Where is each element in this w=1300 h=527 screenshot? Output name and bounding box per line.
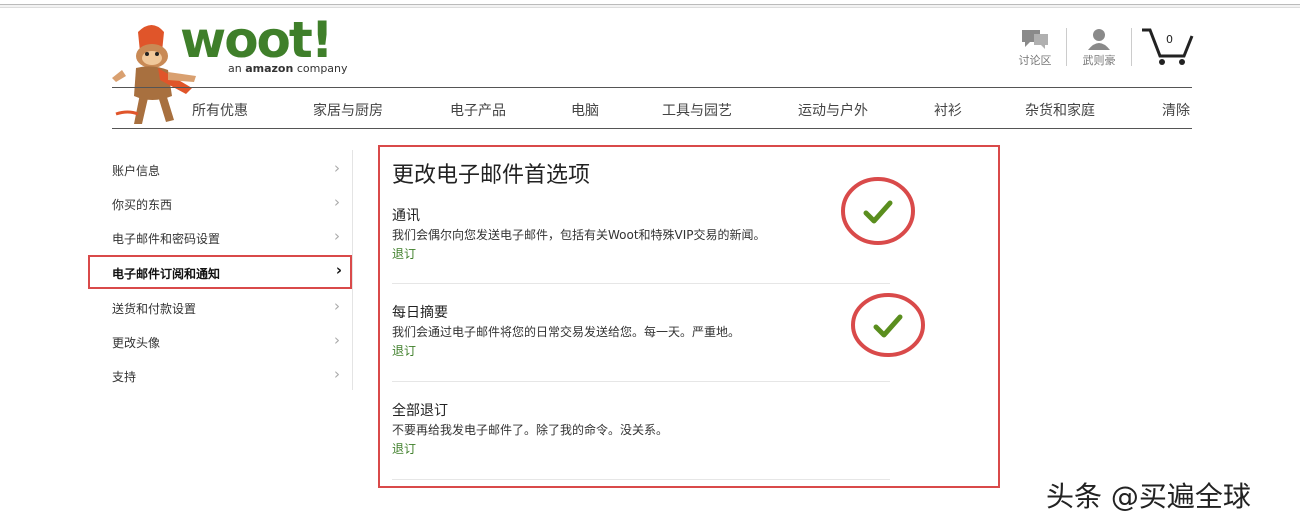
nav-item-shirts[interactable]: 衬衫 — [934, 100, 962, 120]
account-link[interactable]: 武则豪 — [1078, 28, 1120, 68]
subscribed-check-icon[interactable] — [840, 175, 916, 245]
nav-item-sports-outdoors[interactable]: 运动与户外 — [798, 100, 868, 120]
section-heading: 全部退订 — [392, 403, 448, 419]
header-divider — [1066, 28, 1067, 66]
chevron-right-icon: › — [334, 159, 340, 177]
woot-logo[interactable]: woot! — [180, 10, 334, 70]
section-description: 我们会偶尔向您发送电子邮件，包括有关Woot和特殊VIP交易的新闻。 — [392, 228, 766, 242]
sidebar-item-support[interactable]: 支持 › — [112, 359, 344, 391]
browser-top-bar — [0, 4, 1300, 8]
section-heading: 每日摘要 — [392, 305, 448, 321]
sidebar-item-purchases[interactable]: 你买的东西 › — [112, 187, 344, 219]
subscribed-check-icon[interactable] — [850, 289, 926, 359]
nav-item-home-kitchen[interactable]: 家居与厨房 — [313, 100, 383, 120]
user-icon — [1088, 29, 1110, 50]
chat-bubbles-icon — [1022, 30, 1048, 49]
cart-count: 0 — [1166, 33, 1173, 46]
divider — [392, 283, 890, 284]
section-heading: 通讯 — [392, 208, 420, 224]
chevron-right-icon: › — [334, 331, 340, 349]
sidebar-item-shipping-payment[interactable]: 送货和付款设置 › — [112, 291, 344, 323]
nav-item-tools-garden[interactable]: 工具与园艺 — [662, 100, 732, 120]
sidebar-item-email-subscriptions[interactable]: 电子邮件订阅和通知 › — [88, 255, 352, 289]
email-preferences-panel: 更改电子邮件首选项 通讯 我们会偶尔向您发送电子邮件，包括有关Woot和特殊VI… — [378, 145, 1000, 488]
chevron-right-icon: › — [335, 261, 342, 279]
unsubscribe-all-section: 全部退订 不要再给我发电子邮件了。除了我的命令。没关系。 退订 — [392, 402, 892, 457]
amazon-company-tagline: an amazon company — [228, 62, 348, 75]
sidebar-item-account-info[interactable]: 账户信息 › — [112, 153, 344, 185]
user-name: 武则豪 — [1082, 54, 1116, 67]
chevron-right-icon: › — [334, 365, 340, 383]
chevron-right-icon: › — [334, 193, 340, 211]
daily-digest-section: 每日摘要 我们会通过电子邮件将您的日常交易发送给您。每一天。严重地。 退订 — [392, 304, 892, 359]
sidebar-divider — [352, 150, 353, 390]
nav-item-clearance[interactable]: 清除 — [1162, 100, 1190, 120]
nav-item-all-deals[interactable]: 所有优惠 — [192, 100, 248, 120]
unsubscribe-link[interactable]: 退订 — [392, 246, 892, 262]
forum-link[interactable]: 讨论区 — [1014, 28, 1056, 68]
section-description: 不要再给我发电子邮件了。除了我的命令。没关系。 — [392, 423, 669, 437]
page-title: 更改电子邮件首选项 — [392, 163, 591, 188]
nav-item-grocery-household[interactable]: 杂货和家庭 — [1025, 100, 1095, 120]
nav-item-electronics[interactable]: 电子产品 — [450, 100, 506, 120]
unsubscribe-link[interactable]: 退订 — [392, 343, 892, 359]
watermark: 头条 @买遍全球 — [1046, 480, 1251, 513]
chevron-right-icon: › — [334, 297, 340, 315]
unsubscribe-link[interactable]: 退订 — [392, 441, 892, 457]
section-description: 我们会通过电子邮件将您的日常交易发送给您。每一天。严重地。 — [392, 325, 741, 339]
chevron-right-icon: › — [334, 227, 340, 245]
forum-label: 讨论区 — [1018, 54, 1052, 67]
divider — [392, 479, 890, 480]
shopping-cart-icon[interactable] — [1140, 26, 1194, 66]
header-divider — [1131, 28, 1132, 66]
divider — [392, 381, 890, 382]
category-nav: 所有优惠 家居与厨房 电子产品 电脑 工具与园艺 运动与户外 衬衫 杂货和家庭 … — [112, 87, 1192, 129]
newsletter-section: 通讯 我们会偶尔向您发送电子邮件，包括有关Woot和特殊VIP交易的新闻。 退订 — [392, 207, 892, 262]
nav-item-computers[interactable]: 电脑 — [571, 100, 599, 120]
sidebar-item-email-password[interactable]: 电子邮件和密码设置 › — [112, 221, 344, 253]
sidebar-item-change-avatar[interactable]: 更改头像 › — [112, 325, 344, 357]
